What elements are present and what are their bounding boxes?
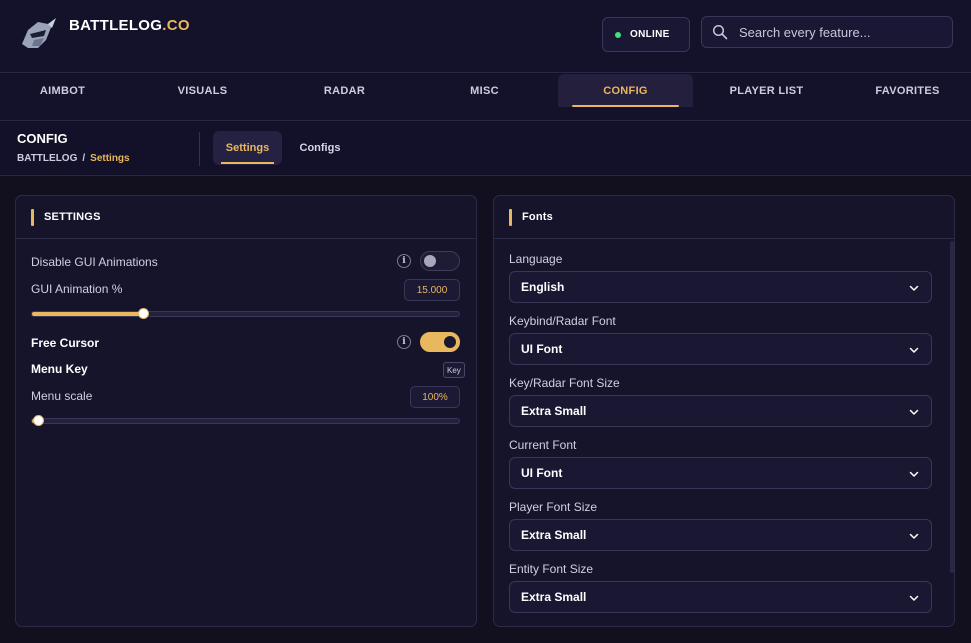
breadcrumb: BATTLELOG / Settings	[17, 153, 130, 164]
slider-fill	[32, 312, 144, 316]
gui-animation-pct-value[interactable]: 15.000	[404, 279, 460, 301]
slider-thumb[interactable]	[138, 308, 150, 319]
key-radar-font-size-select[interactable]: Extra Small	[509, 395, 932, 427]
nav-misc[interactable]: MISC	[424, 74, 545, 107]
settings-panel-header: SETTINGS	[16, 196, 476, 239]
fonts-panel-header: Fonts	[494, 196, 954, 239]
key-radar-font-size-label: Key/Radar Font Size	[509, 376, 620, 390]
chevron-down-icon	[909, 471, 919, 477]
keybind-radar-font-label: Keybind/Radar Font	[509, 314, 616, 328]
disable-gui-animations-toggle[interactable]	[420, 251, 460, 271]
info-icon[interactable]: i	[397, 254, 411, 268]
brand-accent: .CO	[162, 17, 190, 34]
sub-header: CONFIG BATTLELOG / Settings Settings Confi…	[0, 122, 971, 176]
menu-key-binding[interactable]: Key	[443, 362, 465, 378]
brand-name: BATTLELOG.CO	[69, 17, 190, 34]
settings-panel: SETTINGS Disable GUI Animations i GUI An…	[15, 195, 477, 627]
chevron-down-icon	[909, 347, 919, 353]
gui-animation-pct-slider[interactable]	[31, 308, 460, 319]
player-font-size-label: Player Font Size	[509, 500, 598, 514]
language-select[interactable]: English	[509, 271, 932, 303]
keybind-radar-font-select[interactable]: UI Font	[509, 333, 932, 365]
page-title: CONFIG	[17, 131, 68, 146]
online-status-label: ONLINE	[630, 29, 670, 40]
panel-accent-bar	[509, 208, 512, 226]
current-font-label: Current Font	[509, 438, 577, 452]
top-header: BATTLELOG.CO ONLINE	[0, 0, 971, 73]
menu-scale-slider[interactable]	[31, 415, 460, 426]
settings-panel-title: SETTINGS	[44, 211, 101, 223]
online-status-badge: ONLINE	[602, 17, 690, 52]
player-font-size-select[interactable]: Extra Small	[509, 519, 932, 551]
chevron-down-icon	[909, 409, 919, 415]
toggle-knob	[444, 336, 456, 348]
chevron-down-icon	[909, 595, 919, 601]
entity-font-size-select[interactable]: Extra Small	[509, 581, 932, 613]
fonts-panel-scrollbar[interactable]	[950, 241, 954, 573]
chevron-down-icon	[909, 285, 919, 291]
menu-scale-label: Menu scale	[31, 389, 93, 403]
keybind-radar-font-value: UI Font	[521, 342, 563, 356]
main-nav: AIMBOT VISUALS RADAR MISC CONFIG PLAYER …	[0, 74, 971, 121]
panel-accent-bar	[31, 208, 34, 226]
nav-visuals[interactable]: VISUALS	[142, 74, 263, 107]
menu-key-label: Menu Key	[31, 362, 88, 376]
fonts-panel: Fonts Language English Keybind/Radar Fon…	[493, 195, 955, 627]
info-icon[interactable]: i	[397, 335, 411, 349]
search-icon	[712, 24, 728, 40]
language-label: Language	[509, 252, 563, 266]
current-font-value: UI Font	[521, 466, 563, 480]
tab-configs[interactable]: Configs	[290, 131, 350, 165]
knight-helmet-logo-icon	[22, 18, 56, 48]
brand-main: BATTLELOG	[69, 17, 163, 34]
chevron-down-icon	[909, 533, 919, 539]
free-cursor-label: Free Cursor	[31, 336, 100, 350]
key-radar-font-size-value: Extra Small	[521, 404, 587, 418]
fonts-panel-title: Fonts	[522, 211, 553, 223]
disable-gui-animations-label: Disable GUI Animations	[31, 255, 158, 269]
nav-player-list[interactable]: PLAYER LIST	[706, 74, 827, 107]
entity-font-size-label: Entity Font Size	[509, 562, 594, 576]
nav-aimbot[interactable]: AIMBOT	[2, 74, 123, 107]
entity-font-size-value: Extra Small	[521, 590, 587, 604]
nav-favorites[interactable]: FAVORITES	[847, 74, 968, 107]
breadcrumb-current: Settings	[90, 153, 130, 164]
tab-settings[interactable]: Settings	[213, 131, 282, 165]
breadcrumb-root[interactable]: BATTLELOG	[17, 153, 77, 164]
language-select-value: English	[521, 280, 565, 294]
search-box[interactable]	[701, 16, 953, 48]
toggle-knob	[424, 255, 436, 267]
current-font-select[interactable]: UI Font	[509, 457, 932, 489]
search-input[interactable]	[739, 24, 939, 40]
slider-thumb[interactable]	[33, 415, 45, 426]
online-dot-icon	[615, 31, 621, 38]
player-font-size-value: Extra Small	[521, 528, 587, 542]
breadcrumb-separator: /	[82, 153, 86, 164]
free-cursor-toggle[interactable]	[420, 332, 460, 352]
nav-config[interactable]: CONFIG	[558, 74, 693, 107]
nav-radar[interactable]: RADAR	[284, 74, 405, 107]
sub-header-divider	[199, 132, 200, 166]
gui-animation-pct-label: GUI Animation %	[31, 282, 123, 296]
menu-scale-value[interactable]: 100%	[410, 386, 460, 408]
